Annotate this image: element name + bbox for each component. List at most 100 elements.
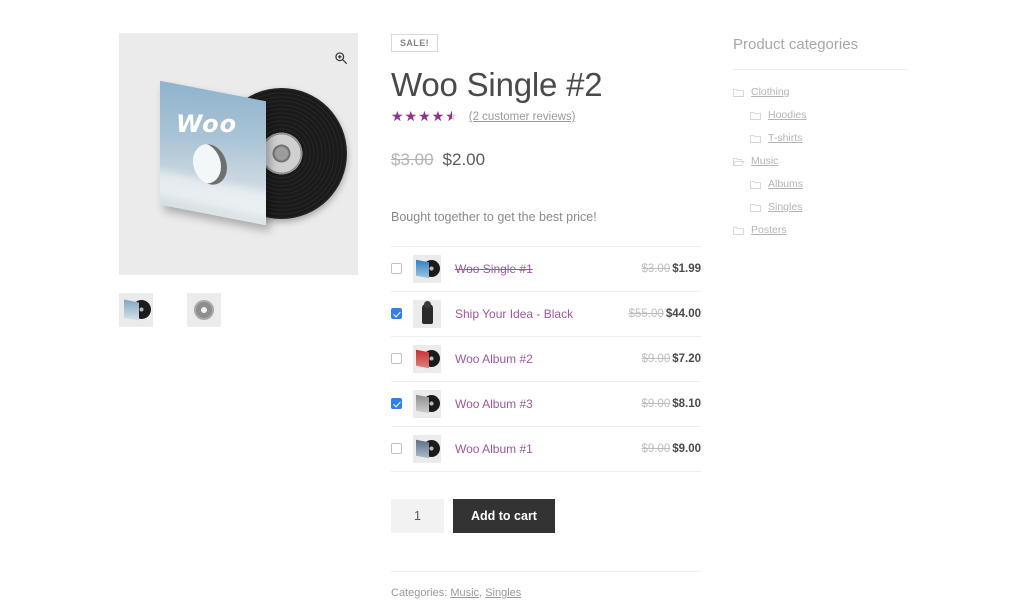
table-row[interactable]: Woo Album #2 $9.00 $7.20	[391, 337, 701, 382]
bundle-item-price-sale: $1.99	[672, 262, 701, 275]
bundle-item-checkbox-cell	[391, 353, 413, 365]
sidebar-title: Product categories	[733, 36, 859, 53]
sidebar-item-t-shirts[interactable]: T-shirts	[733, 132, 908, 144]
bundle-item-thumbnail[interactable]	[413, 434, 441, 463]
meta-category-link[interactable]: Music	[450, 587, 479, 599]
sale-badge: SALE!	[391, 34, 438, 52]
table-row[interactable]: Ship Your Idea - Black $55.00 $44.00	[391, 292, 701, 337]
bundle-item-checkbox-cell	[391, 263, 413, 275]
bundle-item-name[interactable]: Woo Album #2	[455, 352, 641, 366]
meta-categories-label: Categories:	[391, 586, 448, 599]
add-to-cart-button[interactable]: Add to cart	[453, 498, 555, 533]
bundle-item-price-sale: $9.00	[672, 442, 701, 455]
sidebar-item-label[interactable]: Posters	[751, 224, 787, 236]
price-row: $3.00 $2.00	[391, 150, 701, 170]
bundle-item-name[interactable]: Ship Your Idea - Black	[455, 307, 629, 321]
magnifier-zoom-icon[interactable]	[334, 51, 348, 65]
record-label-thumbnail[interactable]	[187, 293, 221, 327]
sidebar-item-clothing[interactable]: Clothing	[733, 86, 908, 98]
quantity-input[interactable]	[391, 498, 444, 533]
bundle-item-prices: $9.00 $7.20	[641, 353, 701, 365]
sidebar-item-label[interactable]: Singles	[768, 201, 802, 213]
add-to-cart-form: Add to cart	[391, 498, 701, 533]
price-sale: $2.00	[442, 149, 486, 169]
sidebar: Product categories Clothing Hoodies T-shir…	[733, 36, 908, 247]
bundle-item-checkbox[interactable]	[391, 443, 402, 455]
rating-row: ★★★★★ ★★★★★ (2 customer reviews)	[391, 110, 701, 124]
sidebar-item-posters[interactable]: Posters	[733, 224, 908, 236]
bundle-heading: Bought together to get the best price!	[391, 209, 597, 224]
sidebar-item-label[interactable]: Albums	[768, 178, 803, 190]
bundle-item-checkbox-cell	[391, 443, 413, 455]
sidebar-item-label[interactable]: T-shirts	[768, 132, 802, 144]
sidebar-item-hoodies[interactable]: Hoodies	[733, 109, 908, 121]
page-title: Woo Single #2	[391, 66, 603, 103]
table-row[interactable]: Woo Album #1 $9.00 $9.00	[391, 427, 701, 472]
price-original: $3.00	[391, 149, 434, 169]
bundle-item-prices: $9.00 $8.10	[641, 398, 701, 410]
bundle-product-list: Woo Single #1 $3.00 $1.99 Ship Your Idea - …	[391, 245, 701, 472]
sleeve-icon	[416, 349, 429, 369]
bundle-item-name[interactable]: Woo Single #1	[455, 262, 641, 276]
folder-icon	[750, 111, 761, 120]
bundle-item-price-original: $9.00	[641, 352, 671, 365]
product-categories-list: Clothing Hoodies T-shirts Music Albums Single…	[733, 86, 908, 236]
sidebar-item-albums[interactable]: Albums	[733, 178, 908, 190]
sidebar-item-singles[interactable]: Singles	[733, 201, 908, 213]
product-page: Woo SALE! Woo Single #2 ★★★★★ ★★★★★ (2 c	[0, 0, 1024, 611]
bundle-item-thumbnail[interactable]	[413, 299, 441, 328]
folder-icon	[750, 203, 761, 212]
meta-category-link[interactable]: Singles	[485, 587, 521, 599]
vinyl-artwork: Woo	[154, 79, 347, 229]
sidebar-item-label[interactable]: Hoodies	[768, 109, 807, 121]
customer-reviews-link[interactable]: (2 customer reviews)	[469, 111, 576, 123]
sidebar-item-label[interactable]: Clothing	[751, 86, 790, 98]
bundle-item-checkbox[interactable]	[391, 353, 402, 365]
vinyl-sleeve-thumbnail[interactable]	[119, 293, 153, 327]
product-main-image[interactable]: Woo	[119, 33, 358, 275]
star-rating[interactable]: ★★★★★ ★★★★★	[391, 110, 459, 124]
bundle-item-thumbnail[interactable]	[413, 389, 441, 418]
bundle-item-price-sale: $7.20	[672, 352, 701, 365]
sidebar-divider	[733, 69, 908, 70]
bundle-item-price-original: $55.00	[628, 307, 664, 320]
table-row[interactable]: Woo Single #1 $3.00 $1.99	[391, 247, 701, 292]
folder-icon	[733, 226, 744, 235]
bundle-item-price-original: $9.00	[641, 397, 671, 410]
product-summary: SALE! Woo Single #2 ★★★★★ ★★★★★ (2 custo…	[391, 33, 701, 599]
bundle-item-price-sale: $44.00	[665, 307, 701, 320]
sleeve-icon	[416, 394, 429, 414]
record-sleeve: Woo	[159, 80, 266, 226]
product-meta: Categories: Music, Singles	[391, 570, 701, 599]
hoodie-icon	[422, 300, 433, 324]
bundle-item-checkbox[interactable]	[391, 398, 402, 410]
folder-icon	[750, 180, 761, 189]
sleeve-icon	[416, 439, 429, 459]
bundle-item-name[interactable]: Woo Album #1	[455, 442, 641, 456]
meta-categories-links: Music, Singles	[450, 586, 522, 599]
bundle-item-name[interactable]: Woo Album #3	[455, 397, 641, 411]
product-gallery: Woo	[119, 33, 358, 327]
folder-open-icon	[733, 157, 744, 166]
thumb-sleeve-icon	[124, 299, 139, 321]
bundle-item-price-original: $9.00	[641, 442, 671, 455]
star-rating-filled: ★★★★★	[391, 109, 452, 124]
bundle-item-price-original: $3.00	[641, 262, 671, 275]
bundle-item-thumbnail[interactable]	[413, 254, 441, 283]
gallery-thumbnails	[119, 293, 358, 327]
bundle-item-checkbox-cell	[391, 308, 413, 320]
bundle-item-prices: $9.00 $9.00	[641, 443, 701, 455]
bundle-item-checkbox[interactable]	[391, 263, 402, 275]
folder-icon	[750, 134, 761, 143]
table-row[interactable]: Woo Album #3 $9.00 $8.10	[391, 382, 701, 427]
thumb-label-icon	[194, 300, 214, 320]
bundle-item-thumbnail[interactable]	[413, 344, 441, 373]
sidebar-item-music[interactable]: Music	[733, 155, 908, 167]
bundle-item-price-sale: $8.10	[672, 397, 701, 410]
sleeve-wordmark: Woo	[175, 109, 237, 138]
bundle-item-checkbox-cell	[391, 398, 413, 410]
bundle-item-checkbox[interactable]	[391, 308, 402, 320]
bundle-item-prices: $55.00 $44.00	[629, 308, 701, 320]
sidebar-item-label[interactable]: Music	[751, 155, 778, 167]
bundle-item-prices: $3.00 $1.99	[641, 263, 701, 275]
